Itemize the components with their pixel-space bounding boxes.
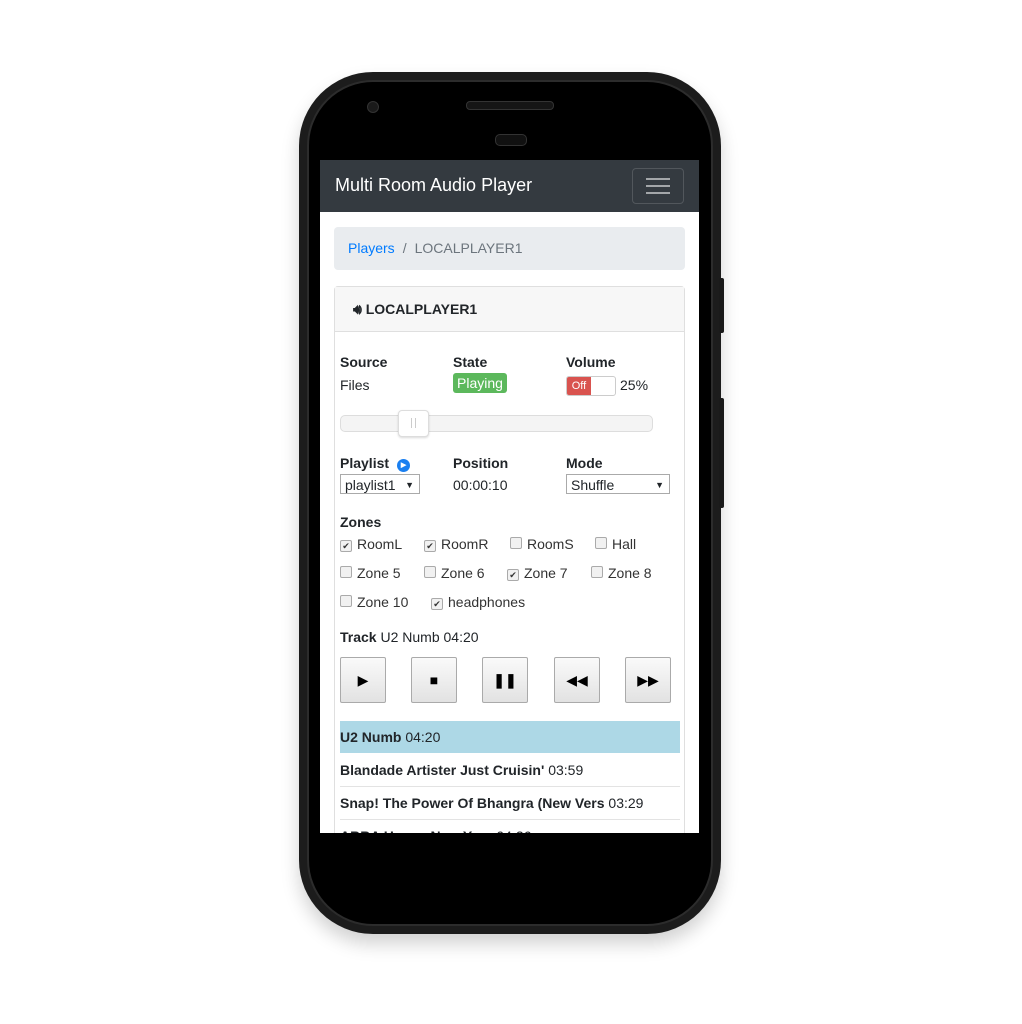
front-camera xyxy=(367,101,379,113)
zone-checkbox[interactable]: ✔ headphones xyxy=(431,594,525,610)
play-icon: ▶ xyxy=(357,672,369,688)
zone-label: Zone 8 xyxy=(608,565,652,581)
mode-select[interactable]: Shuffle ▼ xyxy=(566,474,670,494)
checkbox[interactable] xyxy=(340,566,352,578)
zone-label: Hall xyxy=(612,536,637,552)
zone-label: Zone 10 xyxy=(357,594,409,610)
checkbox[interactable] xyxy=(510,537,522,549)
zone-checkbox[interactable]: Zone 5 xyxy=(340,565,401,581)
zone-label: Zone 6 xyxy=(441,565,485,581)
checkbox[interactable] xyxy=(340,595,352,607)
zone-checkbox[interactable]: Zone 8 xyxy=(591,565,652,581)
speaker-icon: 🔊︎ xyxy=(353,301,362,317)
chevron-down-icon: ▼ xyxy=(655,480,664,490)
zone-label: Zone 5 xyxy=(357,565,401,581)
earpiece xyxy=(466,101,554,110)
state-label: State xyxy=(453,354,488,370)
mute-toggle[interactable]: Off xyxy=(566,376,616,396)
checkbox[interactable] xyxy=(591,566,603,578)
hamburger-line xyxy=(646,192,670,194)
source-value: Files xyxy=(340,377,370,393)
track-title: Blandade Artister Just Cruisin' xyxy=(340,762,545,778)
breadcrumb: Players / LOCALPLAYER1 xyxy=(334,227,685,270)
fast-forward-icon: ▶▶ xyxy=(637,672,659,688)
zone-checkbox[interactable]: ✔ RoomL xyxy=(340,536,402,552)
track-value: U2 Numb 04:20 xyxy=(380,629,479,645)
mode-select-value: Shuffle xyxy=(571,477,615,493)
stop-button[interactable]: ■ xyxy=(411,657,457,703)
navbar: Multi Room Audio Player xyxy=(320,160,699,212)
menu-toggle-button[interactable] xyxy=(632,168,684,204)
zone-label: RoomR xyxy=(441,536,489,552)
zone-checkbox[interactable]: Hall xyxy=(595,536,636,552)
checkbox[interactable]: ✔ xyxy=(424,540,436,552)
zone-checkbox[interactable]: Zone 10 xyxy=(340,594,408,610)
player-card: 🔊︎ LOCALPLAYER1 Source Files State Playi… xyxy=(334,286,685,833)
volume-button xyxy=(719,398,724,508)
rewind-button[interactable]: ◀◀ xyxy=(554,657,600,703)
fast-forward-button[interactable]: ▶▶ xyxy=(625,657,671,703)
zone-checkbox[interactable]: ✔ Zone 7 xyxy=(507,565,568,581)
play-button[interactable]: ▶ xyxy=(340,657,386,703)
zone-checkbox[interactable]: RoomS xyxy=(510,536,574,552)
track-duration: 03:29 xyxy=(608,795,644,811)
track-title: U2 Numb xyxy=(340,729,402,745)
zone-checkbox[interactable]: Zone 6 xyxy=(424,565,485,581)
playlist-track[interactable]: Snap! The Power Of Bhangra (New Vers 03:… xyxy=(340,787,680,820)
zone-checkbox[interactable]: ✔ RoomR xyxy=(424,536,488,552)
checkbox[interactable]: ✔ xyxy=(431,598,443,610)
playlist-select[interactable]: playlist1 ▼ xyxy=(340,474,420,494)
app-title[interactable]: Multi Room Audio Player xyxy=(335,175,532,196)
sensor xyxy=(495,134,527,146)
breadcrumb-players-link[interactable]: Players xyxy=(348,240,395,256)
volume-slider-thumb[interactable] xyxy=(398,410,429,437)
rewind-icon: ◀◀ xyxy=(566,672,588,688)
playlist-track[interactable]: Blandade Artister Just Cruisin' 03:59 xyxy=(340,754,680,787)
playlist-select-value: playlist1 xyxy=(345,477,396,493)
volume-label: Volume xyxy=(566,354,616,370)
volume-slider[interactable] xyxy=(340,415,653,432)
zone-label: RoomS xyxy=(527,536,574,552)
track-duration: 03:59 xyxy=(548,762,584,778)
position-label: Position xyxy=(453,455,509,471)
track-label: Track xyxy=(340,629,377,645)
playlist-track[interactable]: U2 Numb 04:20 xyxy=(340,721,680,753)
source-label: Source xyxy=(340,354,388,370)
play-playlist-icon[interactable]: ▶ xyxy=(397,459,411,472)
zone-label: Zone 7 xyxy=(524,565,568,581)
zones-label: Zones xyxy=(340,514,382,530)
checkbox[interactable]: ✔ xyxy=(507,569,519,581)
screen: Multi Room Audio Player Players / LOCALPLA… xyxy=(320,160,699,833)
track-duration: 04:26 xyxy=(496,828,531,833)
mode-label: Mode xyxy=(566,455,603,471)
player-card-header: 🔊︎ LOCALPLAYER1 xyxy=(335,287,684,332)
track-duration: 04:20 xyxy=(405,729,441,745)
checkbox[interactable]: ✔ xyxy=(340,540,352,552)
breadcrumb-separator: / xyxy=(402,240,407,256)
mute-toggle-off: Off xyxy=(567,377,591,395)
stop-icon: ■ xyxy=(429,672,439,688)
power-button xyxy=(719,278,724,333)
track-title: Snap! The Power Of Bhangra (New Vers xyxy=(340,795,605,811)
playlist-track[interactable]: ABBA Happy New Year 04:26 xyxy=(340,820,680,833)
player-name: LOCALPLAYER1 xyxy=(365,301,478,317)
volume-value: 25% xyxy=(620,377,649,393)
hamburger-icon xyxy=(646,178,670,180)
track-title: ABBA Happy New Year xyxy=(340,828,493,833)
breadcrumb-current: LOCALPLAYER1 xyxy=(414,240,523,256)
playlist-label: Playlist xyxy=(340,455,390,471)
pause-icon: ❚❚ xyxy=(493,672,517,688)
chevron-down-icon: ▼ xyxy=(405,480,414,490)
state-badge: Playing xyxy=(453,373,507,393)
position-value: 00:00:10 xyxy=(453,477,508,493)
zone-label: RoomL xyxy=(357,536,403,552)
checkbox[interactable] xyxy=(424,566,436,578)
pause-button[interactable]: ❚❚ xyxy=(482,657,528,703)
zone-label: headphones xyxy=(448,594,526,610)
hamburger-line xyxy=(646,185,670,187)
checkbox[interactable] xyxy=(595,537,607,549)
